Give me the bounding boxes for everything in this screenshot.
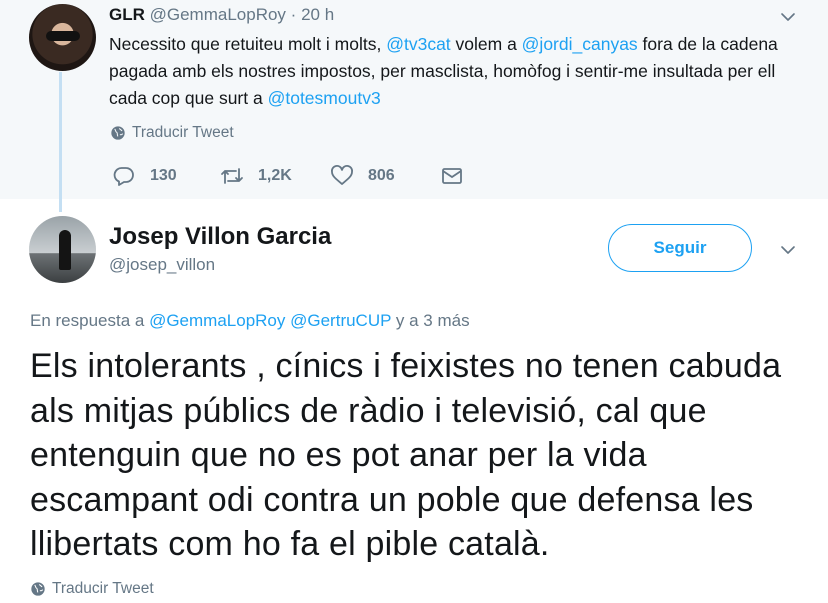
globe-icon (111, 126, 125, 140)
reply-count: 130 (150, 167, 177, 184)
reply-suffix[interactable]: y a 3 más (391, 311, 470, 330)
parent-tweet-text: Necessito que retuiteu molt i molts, @tv… (109, 31, 799, 112)
heart-icon (331, 165, 353, 185)
author-handle[interactable]: @GemmaLopRoy (150, 5, 286, 24)
like-count: 806 (368, 167, 395, 184)
chevron-down-icon[interactable] (779, 8, 797, 26)
retweet-button[interactable]: 1,2K (220, 164, 330, 188)
mention-link[interactable]: @GemmaLopRoy (149, 311, 285, 330)
tweet-timestamp[interactable]: 20 h (301, 5, 334, 24)
separator-dot: · (290, 5, 297, 24)
envelope-icon (442, 168, 462, 184)
parent-tweet[interactable]: GLR @GemmaLopRoy · 20 h Necessito que re… (0, 0, 828, 212)
main-tweet-text: Els intolerants , cínics i feixistes no … (30, 347, 782, 563)
reply-prefix: En respuesta a (30, 311, 150, 330)
retweet-icon (221, 168, 243, 184)
tweet-actions: 130 1,2K 806 (112, 164, 464, 188)
translate-label: Traducir Tweet (132, 124, 234, 141)
translate-label: Traducir Tweet (52, 580, 154, 597)
globe-icon (31, 582, 45, 596)
tweet-text-segment: volem a (450, 34, 522, 54)
direct-message-button[interactable] (440, 164, 464, 188)
translate-tweet-link[interactable]: Traducir Tweet (30, 580, 154, 598)
mention-link[interactable]: @totesmoutv3 (268, 88, 381, 108)
mention-link[interactable]: @jordi_canyas (522, 34, 638, 54)
reply-button[interactable]: 130 (112, 164, 220, 188)
mention-link[interactable]: @GertruCUP (290, 311, 391, 330)
tweet-text-segment: Necessito que retuiteu molt i molts, (109, 34, 387, 54)
reply-context: En respuesta a @GemmaLopRoy @GertruCUP y… (30, 311, 470, 331)
avatar[interactable] (29, 216, 96, 283)
chevron-down-icon[interactable] (779, 241, 797, 259)
retweet-count: 1,2K (258, 167, 292, 184)
translate-tweet-link[interactable]: Traducir Tweet (110, 124, 234, 142)
like-button[interactable]: 806 (330, 164, 440, 188)
avatar[interactable] (29, 4, 96, 71)
reply-icon (113, 167, 134, 186)
author-handle[interactable]: @josep_villon (109, 255, 215, 275)
author-name[interactable]: GLR (109, 5, 145, 24)
mention-link[interactable]: @tv3cat (386, 34, 450, 54)
parent-tweet-header: GLR @GemmaLopRoy · 20 h (109, 5, 334, 25)
follow-button[interactable]: Seguir (608, 224, 752, 272)
author-name[interactable]: Josep Villon Garcia (109, 223, 331, 251)
thread-connector (59, 72, 62, 212)
